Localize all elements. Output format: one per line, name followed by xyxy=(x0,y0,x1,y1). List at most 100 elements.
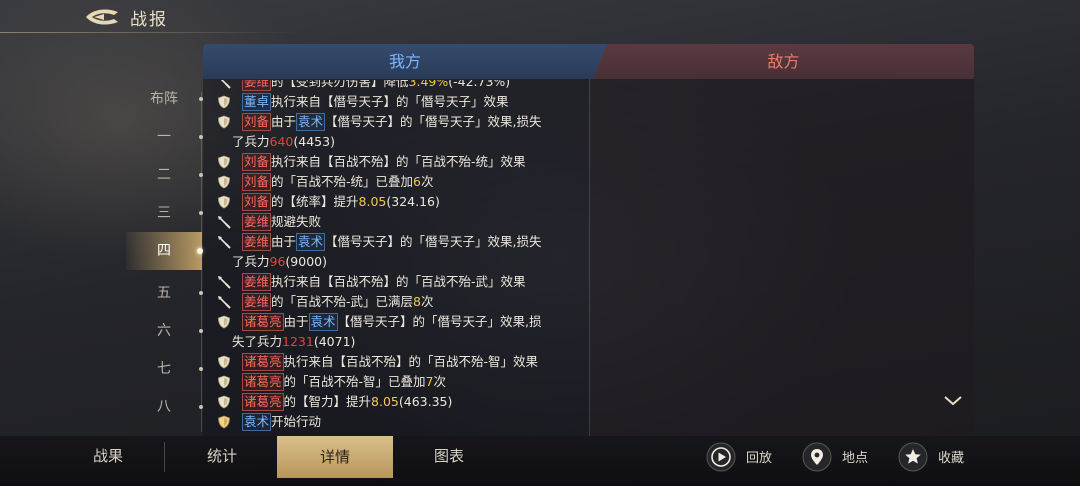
tab-ours[interactable]: 我方 xyxy=(203,44,607,79)
general-name-tag[interactable]: 刘备 xyxy=(242,153,272,171)
location-pin-icon xyxy=(802,442,832,472)
shield-icon xyxy=(218,95,230,109)
general-name-tag[interactable]: 刘备 xyxy=(242,173,272,191)
log-text: 的「百战不殆-智」已叠加 xyxy=(283,374,426,389)
play-icon xyxy=(706,442,736,472)
general-name-tag[interactable]: 诸葛亮 xyxy=(242,353,284,371)
location-button[interactable]: 地点 xyxy=(802,441,882,473)
log-text: 由于 xyxy=(271,234,297,249)
general-name-tag[interactable]: 诸葛亮 xyxy=(242,313,284,331)
log-text: (324.16) xyxy=(386,194,440,209)
log-text: 了兵力 xyxy=(232,134,270,149)
favorite-label: 收藏 xyxy=(938,451,965,466)
general-name-tag[interactable]: 姜维 xyxy=(242,233,272,251)
spear-icon xyxy=(218,276,231,289)
back-arrow-icon[interactable] xyxy=(84,6,120,28)
log-line: 诸葛亮 执行来自【百战不殆】的「百战不殆-智」效果 xyxy=(242,353,539,371)
log-entry: 诸葛亮 的「百战不殆-智」已叠加7次 xyxy=(215,372,585,392)
general-name-tag[interactable]: 董卓 xyxy=(242,93,272,111)
troop-loss: 640 xyxy=(269,134,294,149)
log-text: 执行来自【僭号天子】的「僭号天子」效果 xyxy=(271,94,509,109)
log-text: (4453) xyxy=(293,134,335,149)
log-text: 执行来自【百战不殆】的「百战不殆-统」效果 xyxy=(271,154,526,169)
general-name-tag[interactable]: 诸葛亮 xyxy=(242,373,284,391)
log-text: 执行来自【百战不殆】的「百战不殆-智」效果 xyxy=(283,354,539,369)
log-line: 姜维 规避失败 xyxy=(242,213,322,231)
log-entry: 诸葛亮 由于 袁术 【僭号天子】的「僭号天子」效果,损 失了兵力1231(4071) xyxy=(215,312,585,352)
value-highlight: 8.05 xyxy=(371,394,399,409)
log-line: 姜维 的【受到兵刃伤害】降低3.49%(-42.73%) xyxy=(242,80,510,91)
round-label: 七 xyxy=(157,361,171,377)
shield-icon xyxy=(218,375,230,389)
tab-charts[interactable]: 图表 xyxy=(391,436,507,476)
general-name-tag[interactable]: 姜维 xyxy=(242,273,272,291)
value-highlight: 6 xyxy=(413,174,421,189)
header-divider xyxy=(0,32,300,33)
log-entry: 姜维 执行来自【百战不殆】的「百战不殆-武」效果 xyxy=(215,272,585,292)
general-name-tag[interactable]: 刘备 xyxy=(242,193,272,211)
round-item[interactable]: 一 xyxy=(126,122,203,152)
log-line-continued: 失了兵力1231(4071) xyxy=(232,332,585,352)
report-panel: 我方 敌方 姜维 的【受到兵刃伤害】降低3.49%(-42.73%) 董卓 执行来自【… xyxy=(203,44,974,436)
log-entry: 袁术 开始行动 xyxy=(215,412,585,432)
favorite-button[interactable]: 收藏 xyxy=(898,441,978,473)
log-line: 诸葛亮 的「百战不殆-智」已叠加7次 xyxy=(242,373,446,391)
log-text: 次 xyxy=(420,294,434,309)
general-name-tag[interactable]: 姜维 xyxy=(242,213,272,231)
round-item[interactable]: 七 xyxy=(126,354,203,384)
round-item[interactable]: 布阵 xyxy=(126,84,203,114)
log-line: 姜维 执行来自【百战不殆】的「百战不殆-武」效果 xyxy=(242,273,526,291)
general-name-tag[interactable]: 诸葛亮 xyxy=(242,393,284,411)
general-name-tag[interactable]: 姜维 xyxy=(242,80,272,91)
log-text: (463.35) xyxy=(398,394,453,409)
log-entry: 诸葛亮 执行来自【百战不殆】的「百战不殆-智」效果 xyxy=(215,352,585,372)
log-text: 的【智力】提升 xyxy=(283,394,372,409)
log-entry: 刘备 的【统率】提升8.05(324.16) xyxy=(215,192,585,212)
shield-icon xyxy=(218,355,230,369)
log-text: 开始行动 xyxy=(271,414,322,429)
round-item[interactable]: 六 xyxy=(126,316,203,346)
general-name-tag[interactable]: 袁术 xyxy=(308,313,338,331)
round-item[interactable]: 八 xyxy=(126,392,203,422)
troop-loss: 1231 xyxy=(282,334,314,349)
log-line: 诸葛亮 由于 袁术 【僭号天子】的「僭号天子」效果,损 xyxy=(242,313,542,331)
round-item[interactable]: 三 xyxy=(126,198,203,228)
header: 战报 xyxy=(0,0,1080,34)
page-title: 战报 xyxy=(130,10,168,30)
troop-loss: 96 xyxy=(269,254,286,269)
log-text: 的【受到兵刃伤害】降低 xyxy=(271,80,409,89)
tab-details[interactable]: 详情 xyxy=(277,436,393,478)
chevron-down-icon[interactable] xyxy=(942,394,964,408)
round-label: 三 xyxy=(157,205,171,221)
tab-results[interactable]: 战果 xyxy=(50,436,166,476)
log-text: 【僭号天子】的「僭号天子」效果,损失 xyxy=(325,234,542,249)
round-label: 六 xyxy=(157,323,171,339)
general-name-tag[interactable]: 刘备 xyxy=(242,113,272,131)
shield-icon xyxy=(218,315,230,329)
replay-button[interactable]: 回放 xyxy=(706,441,786,473)
battle-log[interactable]: 姜维 的【受到兵刃伤害】降低3.49%(-42.73%) 董卓 执行来自【僭号天子】的… xyxy=(215,80,585,436)
log-entry: 诸葛亮 的【智力】提升8.05(463.35) xyxy=(215,392,585,412)
tab-enemy[interactable]: 敌方 xyxy=(593,44,974,79)
log-text: 【僭号天子】的「僭号天子」效果,损 xyxy=(337,314,542,329)
general-name-tag[interactable]: 袁术 xyxy=(296,233,326,251)
general-name-tag[interactable]: 姜维 xyxy=(242,293,272,311)
enemy-column xyxy=(590,79,974,436)
shield-icon xyxy=(218,115,230,129)
log-line: 刘备 执行来自【百战不殆】的「百战不殆-统」效果 xyxy=(242,153,526,171)
value-highlight: 8.05 xyxy=(358,194,387,209)
log-line: 刘备 的「百战不殆-统」已叠加6次 xyxy=(242,173,434,191)
log-text: 由于 xyxy=(271,114,297,129)
round-label: 五 xyxy=(157,285,171,301)
log-line: 诸葛亮 的【智力】提升8.05(463.35) xyxy=(242,393,453,411)
log-text: 规避失败 xyxy=(271,214,322,229)
general-name-tag[interactable]: 袁术 xyxy=(296,113,326,131)
tab-statistics[interactable]: 统计 xyxy=(164,436,280,476)
round-item[interactable]: 四 xyxy=(126,232,203,270)
round-item[interactable]: 二 xyxy=(126,160,203,190)
log-text: (9000) xyxy=(285,254,327,269)
log-line: 姜维 由于 袁术 【僭号天子】的「僭号天子」效果,损失 xyxy=(242,233,542,251)
log-entry: 刘备 由于 袁术 【僭号天子】的「僭号天子」效果,损失 了兵力640(4453) xyxy=(215,112,585,152)
general-name-tag[interactable]: 袁术 xyxy=(242,413,272,431)
round-item[interactable]: 五 xyxy=(126,278,203,308)
